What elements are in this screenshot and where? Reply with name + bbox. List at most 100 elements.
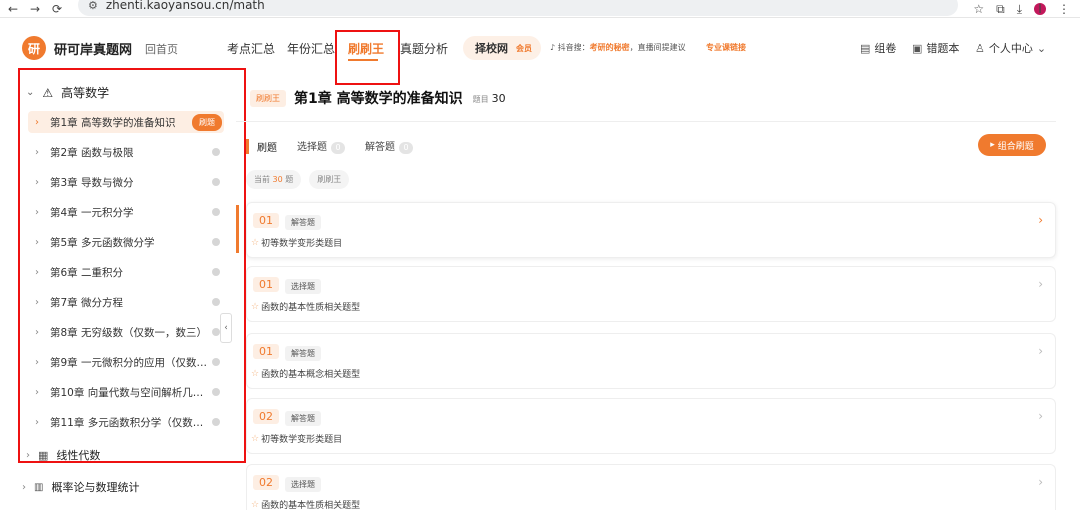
status-dot xyxy=(212,298,220,306)
chapter-item-1[interactable]: › 第1章 高等数学的准备知识 刷题 xyxy=(28,111,224,133)
chevron-right-icon: › xyxy=(35,386,39,398)
chapter-item-5[interactable]: › 第5章 多元函数微分学 xyxy=(28,231,224,253)
grid-icon: ▦ xyxy=(38,448,49,462)
chevron-right-icon: › xyxy=(35,356,39,368)
star-icon[interactable]: ☆ xyxy=(973,2,984,16)
question-type: 解答题 xyxy=(285,411,321,426)
section-advanced-math[interactable]: ⌄ ⚠ 高等数学 xyxy=(26,84,109,101)
section-title: 高等数学 xyxy=(61,86,110,100)
chevron-right-icon[interactable]: › xyxy=(1038,344,1043,358)
logo-icon[interactable]: 研 xyxy=(22,36,46,60)
chapter-item-6[interactable]: › 第6章 二重积分 xyxy=(28,261,224,283)
chapter-sidebar: ⌄ ⚠ 高等数学 › 第1章 高等数学的准备知识 刷题 › 第2章 函数与极限 › 第3… xyxy=(18,68,246,463)
chevron-right-icon: › xyxy=(35,206,39,218)
question-card[interactable]: 01 解答题 ☆ 函数的基本概念相关题型 › xyxy=(246,333,1056,389)
chevron-down-icon: ⌄ xyxy=(26,87,35,98)
reload-icon[interactable]: ⟳ xyxy=(48,0,66,18)
chevron-right-icon: › xyxy=(35,116,39,128)
status-dot xyxy=(212,388,220,396)
question-topic: ☆ 初等数学变形类题目 xyxy=(251,433,343,446)
star-icon: ☆ xyxy=(251,301,260,312)
chapter-item-7[interactable]: › 第7章 微分方程 xyxy=(28,291,224,313)
question-type: 解答题 xyxy=(285,215,321,230)
pill-label: 择校网 xyxy=(475,42,508,55)
chapter-item-2[interactable]: › 第2章 函数与极限 xyxy=(28,141,224,163)
tab-practice[interactable]: 刷题 xyxy=(246,138,277,154)
chevron-right-icon: › xyxy=(35,416,39,428)
vip-badge: 会员 xyxy=(516,43,532,53)
question-number: 01 xyxy=(253,344,279,359)
nav-kaodian[interactable]: 考点汇总 xyxy=(227,40,275,57)
chevron-right-icon: › xyxy=(35,176,39,188)
question-number: 02 xyxy=(253,409,279,424)
forward-icon[interactable]: → xyxy=(26,0,44,18)
divider xyxy=(236,121,1056,122)
chevron-right-icon[interactable]: › xyxy=(1038,409,1043,423)
status-dot xyxy=(212,148,220,156)
profile-avatar[interactable]: I xyxy=(1034,2,1046,16)
question-type: 选择题 xyxy=(285,477,321,492)
menu-icon[interactable]: ⋮ xyxy=(1058,2,1070,16)
address-bar[interactable]: ⚙ zhenti.kaoyansou.cn/math xyxy=(78,0,958,16)
status-dot xyxy=(212,328,220,336)
zujuan-button[interactable]: ▤ 组卷 xyxy=(860,40,896,56)
question-topic: ☆ 函数的基本性质相关题型 xyxy=(251,301,361,314)
status-dot xyxy=(212,358,220,366)
play-icon: ▸ xyxy=(990,140,995,150)
star-icon: ☆ xyxy=(251,433,260,444)
count-badge: 0 xyxy=(331,142,345,154)
question-topic: ☆ 函数的基本概念相关题型 xyxy=(251,368,361,381)
combo-practice-button[interactable]: ▸ 组合刷题 xyxy=(978,134,1046,156)
chapter-item-10[interactable]: › 第10章 向量代数与空间解析几… xyxy=(28,381,224,403)
status-dot xyxy=(212,208,220,216)
question-type-tabs: 刷题 选择题 0 解答题 0 xyxy=(246,138,413,154)
browser-toolbar: ← → ⟳ ⚙ zhenti.kaoyansou.cn/math ☆ ⧉ ⤓ I… xyxy=(0,0,1080,18)
back-icon[interactable]: ← xyxy=(4,0,22,18)
star-icon: ☆ xyxy=(251,499,260,510)
chapter-item-3[interactable]: › 第3章 导数与微分 xyxy=(28,171,224,193)
site-settings-icon[interactable]: ⚙ xyxy=(88,0,98,12)
bar-chart-icon: ▥ xyxy=(34,481,44,493)
question-card[interactable]: 01 解答题 ☆ 初等数学变形类题目 › xyxy=(246,202,1056,258)
nav-nianfen[interactable]: 年份汇总 xyxy=(287,40,335,57)
chevron-right-icon[interactable]: › xyxy=(1038,475,1043,489)
paper-icon: ▤ xyxy=(860,41,871,55)
user-icon: ♙ xyxy=(975,41,985,55)
star-icon: ☆ xyxy=(251,368,260,379)
section-probability[interactable]: › ▥ 概率论与数理统计 xyxy=(22,479,139,495)
section-linear-algebra[interactable]: › ▦ 线性代数 xyxy=(26,447,100,463)
chip-current[interactable]: 当前 30 题 xyxy=(246,170,302,189)
download-icon[interactable]: ⤓ xyxy=(1017,2,1022,17)
extensions-icon[interactable]: ⧉ xyxy=(996,2,1005,17)
question-topic: ☆ 初等数学变形类题目 xyxy=(251,237,343,250)
chevron-right-icon[interactable]: › xyxy=(1038,277,1043,291)
error-book-button[interactable]: ▣ 错题本 xyxy=(912,40,959,56)
mode-tag: 刷刷王 xyxy=(250,89,286,107)
url-text: zhenti.kaoyansou.cn/math xyxy=(105,0,265,12)
home-link[interactable]: 回首页 xyxy=(145,41,178,57)
collapse-sidebar-button[interactable]: ‹ xyxy=(220,313,232,343)
chevron-right-icon: › xyxy=(35,326,39,338)
question-card[interactable]: 02 选择题 ☆ 函数的基本性质相关题型 › xyxy=(246,464,1056,511)
tab-answer[interactable]: 解答题 0 xyxy=(365,138,413,154)
question-card[interactable]: 02 解答题 ☆ 初等数学变形类题目 › xyxy=(246,398,1056,454)
nav-zhenti-analysis[interactable]: 真题分析 xyxy=(400,40,448,57)
tab-choice[interactable]: 选择题 0 xyxy=(297,138,345,154)
chapter-item-9[interactable]: › 第9章 一元微积分的应用（仅数… xyxy=(28,351,224,373)
site-name[interactable]: 研可岸真题网 xyxy=(54,39,132,58)
question-card[interactable]: 01 选择题 ☆ 函数的基本性质相关题型 › xyxy=(246,266,1056,322)
promo-link[interactable]: 专业课链接 xyxy=(706,42,746,53)
chevron-right-icon: › xyxy=(35,296,39,308)
question-number: 02 xyxy=(253,475,279,490)
top-navigation: 研 研可岸真题网 回首页 考点汇总 年份汇总 刷刷王 真题分析 择校网 会员 ♪… xyxy=(0,28,1080,85)
count-badge: 0 xyxy=(399,142,413,154)
user-center-button[interactable]: ♙ 个人中心 ⌄ xyxy=(975,40,1046,56)
chevron-right-icon: › xyxy=(35,236,39,248)
chapter-item-8[interactable]: › 第8章 无穷级数（仅数一，数三） xyxy=(28,321,224,343)
chip-shuashuawang[interactable]: 刷刷王 xyxy=(309,170,350,189)
school-select-pill[interactable]: 择校网 会员 xyxy=(463,36,541,60)
practice-tag[interactable]: 刷题 xyxy=(192,113,222,131)
chapter-item-11[interactable]: › 第11章 多元函数积分学（仅数… xyxy=(28,411,224,433)
chapter-item-4[interactable]: › 第4章 一元积分学 xyxy=(28,201,224,223)
chevron-right-icon[interactable]: › xyxy=(1038,213,1043,227)
